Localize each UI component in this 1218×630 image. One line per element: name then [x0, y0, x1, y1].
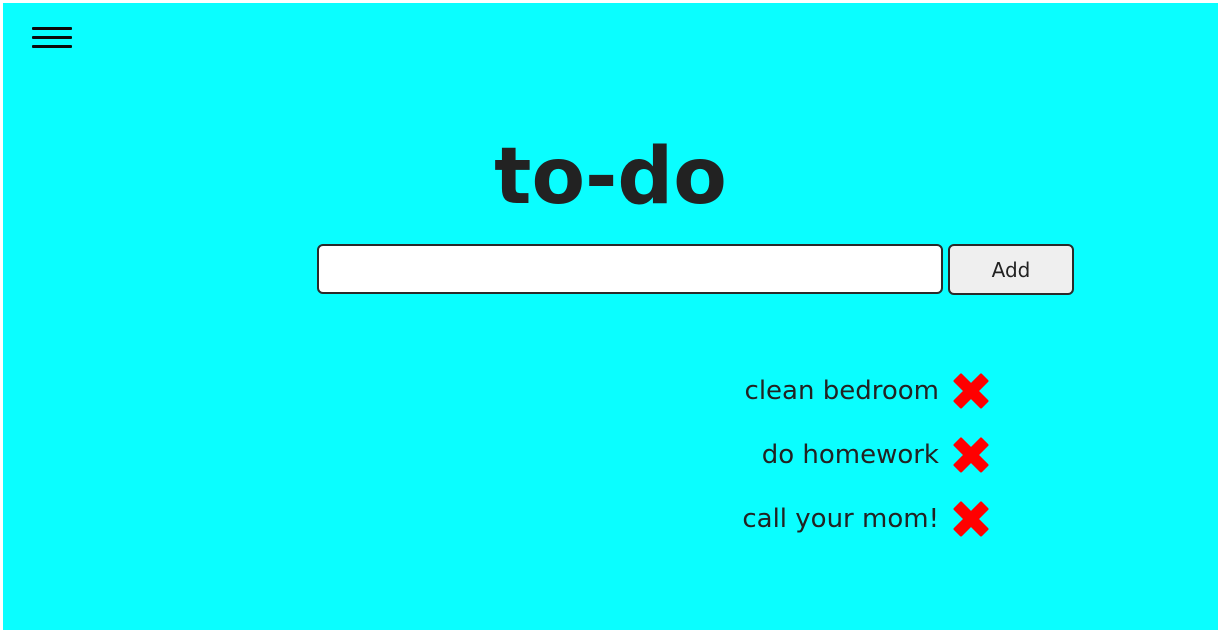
app-container: to-do Add clean bedroom do homework call…	[3, 3, 1218, 630]
menu-bar	[32, 36, 72, 39]
todo-list: clean bedroom do homework call your mom!	[603, 359, 993, 551]
todo-input[interactable]	[317, 244, 943, 294]
list-item: call your mom!	[603, 487, 993, 551]
menu-bar	[32, 27, 72, 30]
page-title: to-do	[494, 132, 727, 222]
delete-button[interactable]	[949, 433, 993, 477]
todo-text: do homework	[761, 440, 939, 470]
red-x-icon	[953, 501, 989, 537]
hamburger-menu-button[interactable]	[28, 23, 78, 61]
add-button[interactable]: Add	[948, 244, 1074, 295]
list-item: do homework	[603, 423, 993, 487]
todo-text: call your mom!	[742, 504, 939, 534]
menu-bar	[32, 45, 72, 48]
red-x-icon	[953, 373, 989, 409]
delete-button[interactable]	[949, 369, 993, 413]
list-item: clean bedroom	[603, 359, 993, 423]
red-x-icon	[953, 437, 989, 473]
delete-button[interactable]	[949, 497, 993, 541]
todo-text: clean bedroom	[744, 376, 939, 406]
